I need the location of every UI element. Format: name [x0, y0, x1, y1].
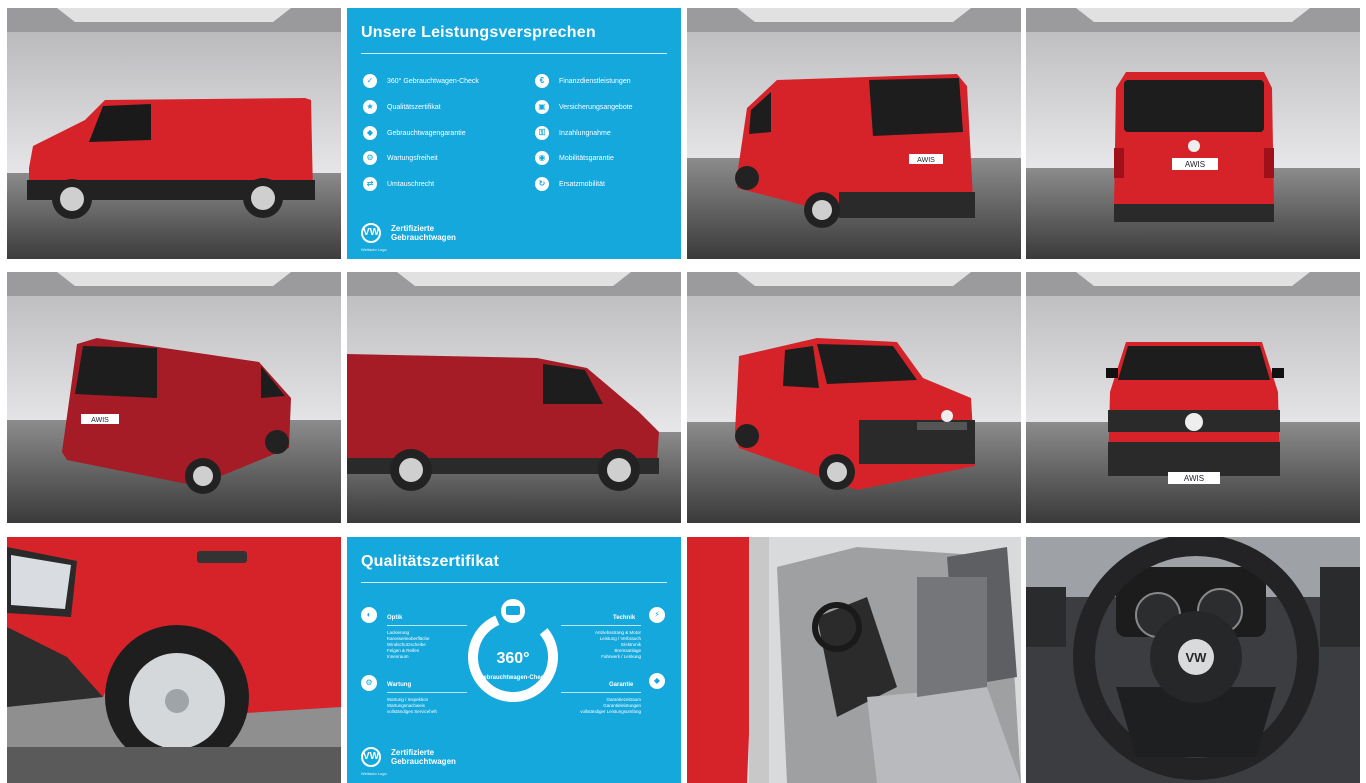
gallery-photo-side-left[interactable] — [7, 8, 341, 259]
wartung-icon: ⚙ — [361, 675, 377, 691]
van-right-side-image — [347, 272, 681, 523]
certified-brand: VW Zertifizierte Gebrauchtwagen Weltauto … — [361, 747, 456, 776]
service-item: ⚿ Inzahlungnahme — [535, 126, 611, 140]
gallery-photo-rear[interactable]: AWIS — [1026, 8, 1360, 259]
vw-badge-icon — [1185, 413, 1203, 431]
vw-logo-icon: VW — [361, 223, 381, 243]
360-check-badge: 360° Gebrauchtwagen-Check — [468, 599, 558, 702]
service-item: ▣ Versicherungsangebote — [535, 100, 633, 114]
wrench-icon: ⚙ — [363, 151, 377, 165]
service-item: € Finanzdienstleistungen — [535, 74, 631, 88]
service-item: ↻ Ersatzmobilität — [535, 177, 605, 191]
optik-icon: ◐ — [361, 607, 377, 623]
service-item: ◆ Gebrauchtwagengarantie — [363, 126, 466, 140]
svg-text:AWIS: AWIS — [91, 417, 109, 424]
services-panel-title: Unsere Leistungsversprechen — [361, 24, 596, 41]
svg-text:AWIS: AWIS — [1185, 160, 1205, 169]
svg-text:AWIS: AWIS — [917, 157, 935, 164]
certified-brand: VW Zertifizierte Gebrauchtwagen Weltauto … — [361, 223, 456, 252]
gallery-photo-steering-wheel[interactable]: VW — [1026, 537, 1360, 783]
gallery-photo-front[interactable]: AWIS — [1026, 272, 1360, 523]
van-front-three-quarter-image — [687, 272, 1021, 523]
replacement-icon: ↻ — [535, 177, 549, 191]
gallery-photo-cabin[interactable] — [687, 537, 1021, 783]
van-rear-three-quarter-image: AWIS — [687, 8, 1021, 259]
car-icon — [506, 606, 520, 615]
van-wheel-detail-image — [7, 537, 341, 783]
shield-icon: ◆ — [363, 126, 377, 140]
svg-text:Gebrauchtwagen-Check: Gebrauchtwagen-Check — [479, 675, 548, 681]
van-cabin-seats-image — [687, 537, 1021, 783]
certificate-icon: ★ — [363, 100, 377, 114]
title-divider — [361, 582, 667, 583]
gallery-photo-wheel-detail[interactable] — [7, 537, 341, 783]
gallery-photo-side-right[interactable] — [347, 272, 681, 523]
vw-logo-icon: VW — [361, 747, 381, 767]
service-item: ★ Qualitätszertifikat — [363, 100, 441, 114]
car-icon: ◉ — [535, 151, 549, 165]
gallery-photo-front-right[interactable] — [687, 272, 1021, 523]
check-list-wartung: Wartung / Inspektion Wartungsnachweis voll… — [387, 697, 437, 714]
check-list-optik: Lackierung Karosserieoberfläche Windschutz… — [387, 630, 430, 659]
gallery-photo-rear-left[interactable]: AWIS — [687, 8, 1021, 259]
van-front-view-image: AWIS — [1026, 272, 1360, 523]
quality-panel-title: Qualitätszertifikat — [361, 553, 500, 570]
service-item: ⇄ Umtauschrecht — [363, 177, 434, 191]
van-rear-view-image: AWIS — [1026, 8, 1360, 259]
service-item: ✓ 360° Gebrauchtwagen-Check — [363, 74, 479, 88]
service-item: ⚙ Wartungsfreiheit — [363, 151, 438, 165]
check-icon: ✓ — [363, 74, 377, 88]
van-side-view-image — [7, 8, 341, 259]
services-info-panel[interactable]: Unsere Leistungsversprechen ✓ 360° Gebrau… — [347, 8, 681, 259]
exchange-icon: ⇄ — [363, 177, 377, 191]
svg-text:VW: VW — [1186, 650, 1208, 665]
check-list-garantie: Garantiezeitraum Garantieleistungen vollst… — [580, 697, 641, 714]
finance-icon: € — [535, 74, 549, 88]
svg-text:AWIS: AWIS — [1184, 474, 1204, 483]
quality-certificate-panel[interactable]: Qualitätszertifikat ◐ Optik Lackierung Ka… — [347, 537, 681, 783]
van-rear-right-image: AWIS — [7, 272, 341, 523]
technik-icon: ⚡ — [649, 607, 665, 623]
vw-badge-icon — [1188, 140, 1200, 152]
vw-badge-icon — [941, 410, 953, 422]
photo-gallery-grid: Unsere Leistungsversprechen ✓ 360° Gebrau… — [0, 0, 1366, 783]
service-item: ◉ Mobilitätsgarantie — [535, 151, 614, 165]
insurance-icon: ▣ — [535, 100, 549, 114]
svg-text:360°: 360° — [496, 650, 529, 667]
steering-wheel-image: VW — [1026, 537, 1360, 783]
tradein-icon: ⚿ — [535, 126, 549, 140]
gallery-photo-rear-right[interactable]: AWIS — [7, 272, 341, 523]
check-list-technik: Antriebsstrang & Motor Leistung / Verbrau… — [594, 630, 641, 659]
title-divider — [361, 53, 667, 54]
garantie-icon: ◆ — [649, 673, 665, 689]
